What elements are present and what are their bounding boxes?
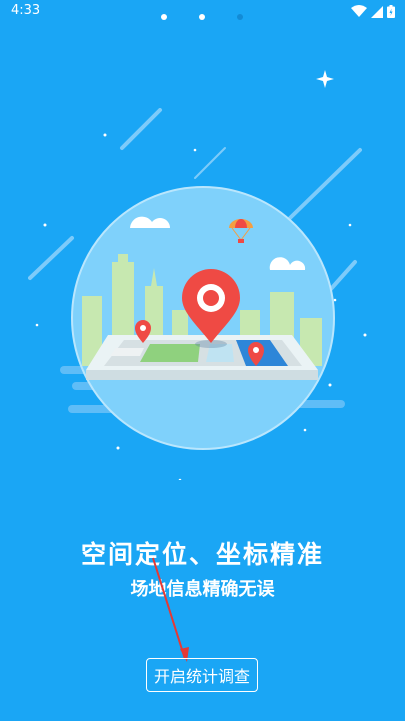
page-dot-3[interactable]	[237, 14, 243, 20]
page-headline: 空间定位、坐标精准	[80, 540, 324, 569]
map-location-illustration	[28, 70, 367, 480]
start-survey-button[interactable]: 开启统计调查	[146, 658, 258, 692]
page-dot-1[interactable]	[161, 14, 167, 20]
annotation-arrow	[152, 557, 189, 662]
page-indicator	[0, 14, 405, 26]
page-dot-2[interactable]	[199, 14, 205, 20]
page-subheadline: 场地信息精确无误	[130, 579, 275, 600]
